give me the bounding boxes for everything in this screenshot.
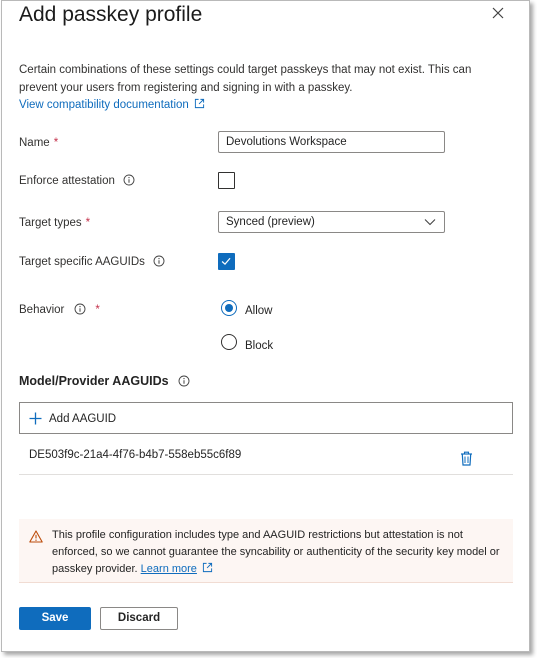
required-marker: * <box>85 217 91 229</box>
warning-text-block: This profile configuration includes type… <box>52 527 504 578</box>
trash-icon[interactable] <box>460 451 473 466</box>
info-icon[interactable] <box>74 303 86 315</box>
behavior-label-text: Behavior <box>19 304 65 316</box>
dialog-title: Add passkey profile <box>19 3 203 26</box>
close-icon[interactable] <box>490 5 506 21</box>
info-icon[interactable] <box>153 255 165 267</box>
behavior-allow-label[interactable]: Allow <box>245 303 272 319</box>
name-label: Name * <box>19 135 58 151</box>
aaguids-section-title: Model/Provider AAGUIDs <box>19 373 190 389</box>
add-passkey-profile-dialog: Add passkey profile Certain combinations… <box>1 0 530 652</box>
name-label-text: Name <box>19 137 50 149</box>
aaguid-value: DE503f9c-21a4-4f76-b4b7-558eb55c6f89 <box>29 449 242 461</box>
target-specific-aaguids-label: Target specific AAGUIDs <box>19 254 165 270</box>
aaguid-list-item: DE503f9c-21a4-4f76-b4b7-558eb55c6f89 <box>19 441 513 475</box>
behavior-block-label[interactable]: Block <box>245 338 273 354</box>
name-input[interactable]: Devolutions Workspace <box>218 131 445 153</box>
target-specific-aaguids-label-text: Target specific AAGUIDs <box>19 256 145 268</box>
required-marker: * <box>95 304 100 316</box>
behavior-label: Behavior * <box>19 302 100 318</box>
warning-text: This profile configuration includes type… <box>52 529 500 575</box>
compatibility-documentation-link[interactable]: View compatibility documentation <box>19 97 205 113</box>
plus-icon <box>29 412 42 425</box>
target-specific-aaguids-checkbox[interactable] <box>218 253 235 270</box>
discard-button[interactable]: Discard <box>100 607 178 630</box>
warning-icon <box>29 530 43 543</box>
description-text: Certain combinations of these settings c… <box>19 64 472 94</box>
external-link-icon[interactable] <box>202 562 213 573</box>
enforce-attestation-checkbox[interactable] <box>218 172 235 189</box>
chevron-down-icon <box>424 219 436 226</box>
target-types-dropdown[interactable]: Synced (preview) <box>218 211 445 233</box>
enforce-attestation-label: Enforce attestation <box>19 173 135 189</box>
checkmark-icon <box>221 257 231 266</box>
target-types-label-text: Target types <box>19 217 82 229</box>
info-icon[interactable] <box>178 375 190 387</box>
behavior-block-radio[interactable] <box>221 334 237 350</box>
learn-more-link[interactable]: Learn more <box>141 563 197 575</box>
warning-message-bar: This profile configuration includes type… <box>19 519 513 583</box>
compatibility-link-label: View compatibility documentation <box>19 99 189 111</box>
save-button[interactable]: Save <box>19 607 91 630</box>
add-aaguid-label: Add AAGUID <box>49 413 117 425</box>
enforce-attestation-label-text: Enforce attestation <box>19 175 115 187</box>
behavior-allow-radio[interactable] <box>221 300 237 316</box>
target-types-value: Synced (preview) <box>226 216 315 228</box>
target-types-label: Target types * <box>19 215 90 231</box>
info-icon[interactable] <box>123 174 135 186</box>
add-aaguid-button[interactable]: Add AAGUID <box>19 402 513 434</box>
required-marker: * <box>53 137 59 149</box>
external-link-icon <box>194 98 204 109</box>
aaguids-title-text: Model/Provider AAGUIDs <box>19 374 169 388</box>
